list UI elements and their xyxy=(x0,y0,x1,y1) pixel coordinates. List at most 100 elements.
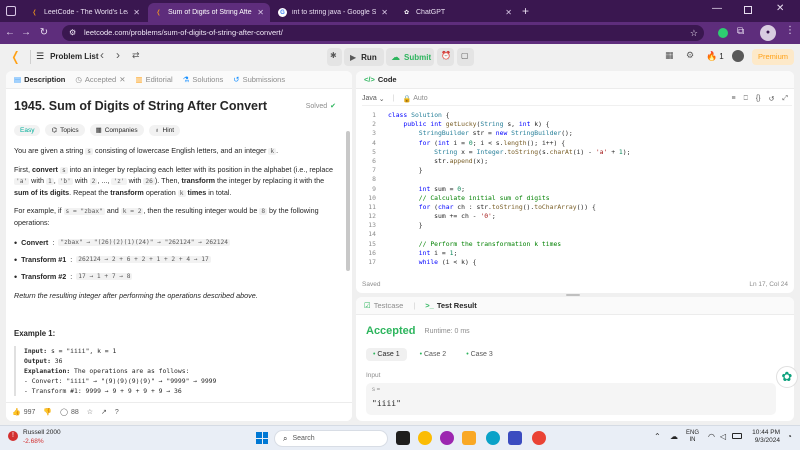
user-avatar[interactable] xyxy=(732,50,744,62)
taskbar-search[interactable]: ⌕ Search xyxy=(274,430,388,447)
like-button[interactable]: 👍 997 xyxy=(12,408,35,417)
case-tab-1[interactable]: • Case 1 xyxy=(366,348,407,361)
tab-accepted[interactable]: ◷ Accepted ✕ xyxy=(75,75,125,84)
copilot-taskbar-icon[interactable] xyxy=(440,431,454,445)
code-line[interactable]: 13 } xyxy=(362,221,792,230)
hint-tag[interactable]: ♁ Hint xyxy=(148,124,181,136)
code-line[interactable]: 14 xyxy=(362,230,792,239)
tab-editorial[interactable]: ▥ Editorial xyxy=(135,75,172,84)
help-icon[interactable]: ? xyxy=(115,409,119,416)
store-taskbar-icon[interactable] xyxy=(508,431,522,445)
address-bar[interactable]: ⚙ leetcode.com/problems/sum-of-digits-of… xyxy=(62,25,704,41)
code-line[interactable]: 4 for (int i = 0; i < s.length(); i++) { xyxy=(362,139,792,148)
timer-button[interactable]: ⏰ xyxy=(437,48,454,66)
reset-icon[interactable]: ↺ xyxy=(769,95,775,103)
submit-button[interactable]: ☁ Submit xyxy=(386,48,434,66)
tray-chevron-up-icon[interactable]: ⌃ xyxy=(654,432,661,441)
run-button[interactable]: ▶ Run xyxy=(344,48,384,66)
code-line[interactable]: 11 for (char ch : str.toString().toCharA… xyxy=(362,203,792,212)
companies-tag[interactable]: ▦ Companies xyxy=(89,124,144,136)
share-icon[interactable]: ↗ xyxy=(101,408,107,416)
reload-icon[interactable]: ↻ xyxy=(38,27,50,39)
format-icon[interactable]: ≡ xyxy=(732,95,736,102)
tab-search-icon[interactable] xyxy=(6,6,16,16)
browser-menu-icon[interactable]: ⋮ xyxy=(785,25,795,36)
code-line[interactable]: 7 } xyxy=(362,166,792,175)
code-line[interactable]: 8 xyxy=(362,175,792,184)
braces-icon[interactable]: {} xyxy=(756,95,761,102)
close-icon[interactable]: ✕ xyxy=(381,8,388,17)
bookmark-icon[interactable]: ⎕ xyxy=(744,95,748,103)
shuffle-icon[interactable]: ⇄ xyxy=(132,50,140,61)
code-line[interactable]: 6 str.append(x); xyxy=(362,157,792,166)
star-icon[interactable]: ☆ xyxy=(87,408,93,416)
chrome-profile-taskbar-icon[interactable] xyxy=(532,431,546,445)
close-icon[interactable]: ✕ xyxy=(505,8,512,17)
debug-button[interactable]: ✱ xyxy=(327,48,342,66)
prev-problem-icon[interactable]: ‹ xyxy=(100,48,104,62)
browser-tab-leetcode[interactable]: ❬ LeetCode - The World's Leadi ✕ xyxy=(24,3,146,22)
language-indicator[interactable]: ENG IN xyxy=(686,430,699,444)
chrome-taskbar-icon[interactable] xyxy=(418,431,432,445)
edge-taskbar-icon[interactable] xyxy=(486,431,500,445)
code-line[interactable]: 10 // Calculate initial sum of digits xyxy=(362,194,792,203)
profile-avatar[interactable]: ● xyxy=(760,25,776,41)
close-icon[interactable]: ✕ xyxy=(133,8,140,17)
code-line[interactable]: 5 String x = Integer.toString(s.charAt(i… xyxy=(362,148,792,157)
battery-icon[interactable] xyxy=(732,433,742,439)
panel-resize-handle[interactable] xyxy=(566,294,580,296)
volume-icon[interactable]: ◁ xyxy=(720,432,726,441)
thumbs-down-icon[interactable]: 👎 xyxy=(43,408,52,416)
clock[interactable]: 10:44 PM 9/3/2024 xyxy=(750,429,780,445)
case-tab-2[interactable]: • Case 2 xyxy=(413,348,454,361)
start-windows-icon[interactable] xyxy=(256,432,268,444)
comments-button[interactable]: ◯ 88 xyxy=(60,408,79,417)
forward-icon[interactable]: → xyxy=(20,27,32,39)
close-window-icon[interactable]: ✕ xyxy=(776,3,784,14)
code-line[interactable]: 16 int i = 1; xyxy=(362,249,792,258)
task-view-icon[interactable] xyxy=(396,431,410,445)
case-tab-3[interactable]: • Case 3 xyxy=(459,348,500,361)
extension-icon[interactable] xyxy=(718,28,728,38)
browser-tab-google[interactable]: G int to string java - Google Sear ✕ xyxy=(272,3,394,22)
code-line[interactable]: 17 while (i < k) { xyxy=(362,258,792,267)
fullscreen-icon[interactable]: ⤢ xyxy=(782,95,788,103)
layout-icon[interactable]: ▦ xyxy=(665,50,674,61)
maximize-icon[interactable] xyxy=(744,6,752,14)
bookmark-star-icon[interactable]: ☆ xyxy=(690,25,698,41)
wifi-icon[interactable]: ◠ xyxy=(708,432,715,441)
problem-list-button[interactable]: ☰ Problem List xyxy=(36,51,99,62)
close-icon[interactable]: ✕ xyxy=(257,8,264,17)
settings-gear-icon[interactable]: ⚙ xyxy=(686,50,694,61)
tab-solutions[interactable]: ⚗ Solutions xyxy=(183,75,224,84)
tab-description[interactable]: ▤ Description xyxy=(14,75,65,84)
site-info-icon[interactable]: ⚙ xyxy=(69,25,76,41)
code-line[interactable]: 3 StringBuilder str = new StringBuilder(… xyxy=(362,129,792,138)
tab-submissions[interactable]: ↺ Submissions xyxy=(233,75,285,84)
next-problem-icon[interactable]: › xyxy=(116,48,120,62)
topics-tag[interactable]: ⌬ Topics xyxy=(45,124,85,136)
tab-testcase[interactable]: ☑ Testcase xyxy=(364,301,403,310)
description-scrollbar[interactable] xyxy=(346,131,350,271)
close-icon[interactable]: ✕ xyxy=(119,75,125,84)
browser-tab-sum-of-digits[interactable]: ❬ Sum of Digits of String After C ✕ xyxy=(148,3,270,22)
code-line[interactable]: 2 public int getLucky(String s, int k) { xyxy=(362,120,792,129)
minimize-icon[interactable]: — xyxy=(712,3,722,14)
tab-test-result[interactable]: >_ Test Result xyxy=(425,301,476,310)
tab-code[interactable]: </> Code xyxy=(364,75,397,84)
auto-mode-toggle[interactable]: 🔒 Auto xyxy=(403,95,428,103)
premium-button[interactable]: Premium xyxy=(752,49,794,65)
back-icon[interactable]: ← xyxy=(4,27,16,39)
notification-bell-icon[interactable]: ◔ xyxy=(787,432,792,441)
code-line[interactable]: 12 sum += ch - '0'; xyxy=(362,212,792,221)
file-explorer-taskbar-icon[interactable] xyxy=(462,431,476,445)
new-tab-icon[interactable]: + xyxy=(522,4,529,18)
cloud-tray-icon[interactable]: ☁ xyxy=(670,432,678,441)
assistant-float-icon[interactable]: ✿ xyxy=(776,366,798,388)
code-line[interactable]: 15 // Perform the transformation k times xyxy=(362,240,792,249)
browser-tab-chatgpt[interactable]: ✿ ChatGPT ✕ xyxy=(396,3,518,22)
streak-counter[interactable]: 🔥 1 xyxy=(706,51,724,62)
notes-button[interactable]: ▢ xyxy=(457,48,474,66)
code-line[interactable]: 1 class Solution { xyxy=(362,111,792,120)
code-editor[interactable]: 1 class Solution {2 public int getLucky(S… xyxy=(362,111,792,267)
